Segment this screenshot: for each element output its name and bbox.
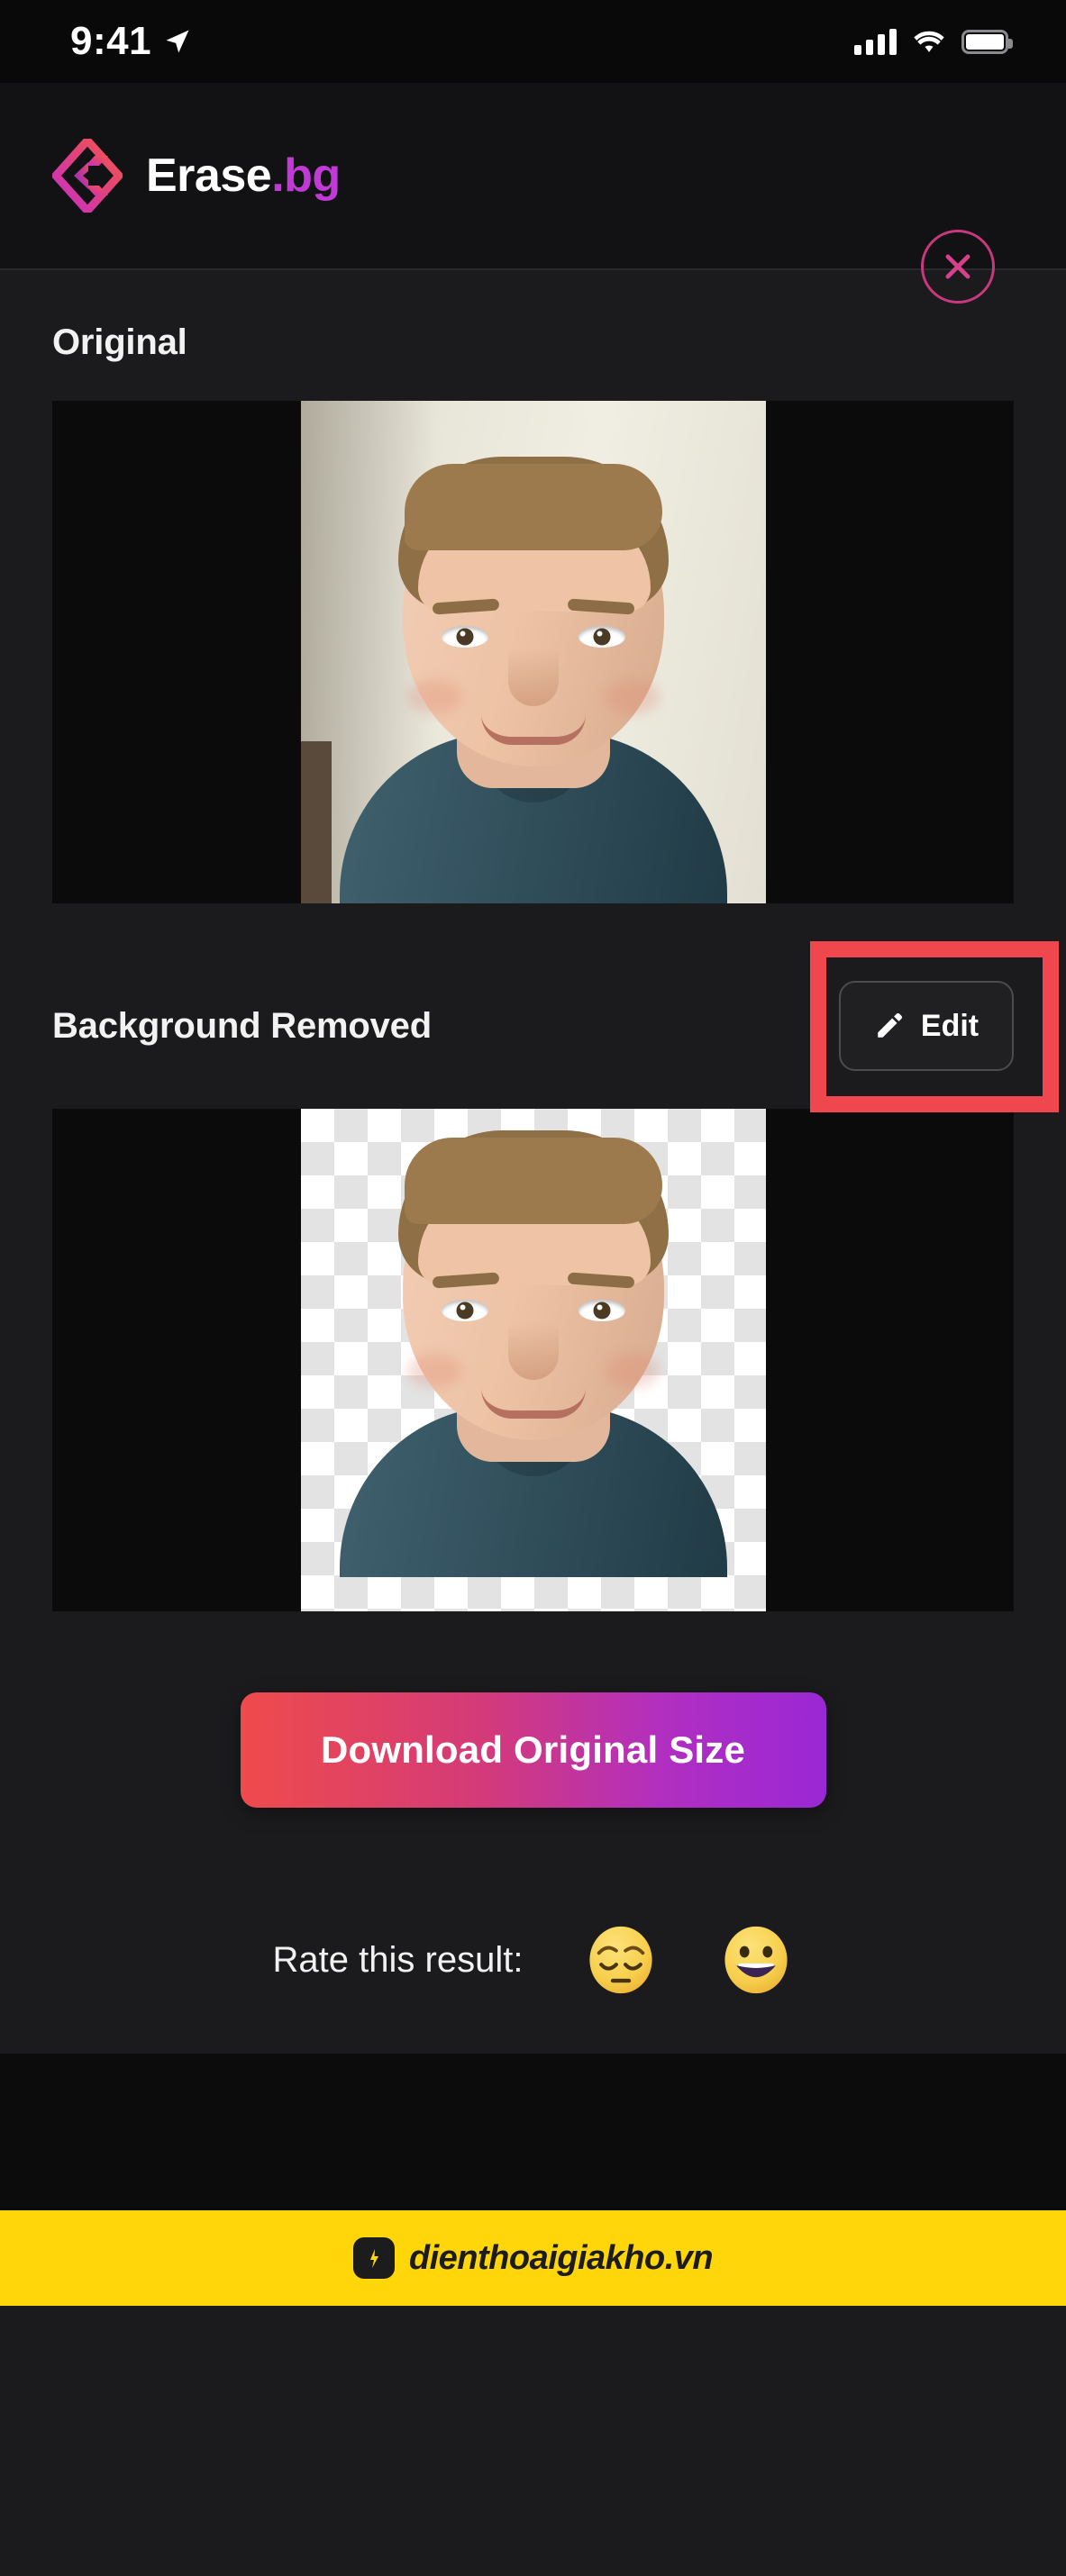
brand-title-suffix: .bg	[271, 150, 341, 202]
subject-cheek-right	[605, 680, 660, 714]
subject-mouth	[480, 714, 586, 745]
status-bar: 9:41	[0, 0, 1066, 83]
cellular-signal-icon	[854, 28, 897, 55]
subject-eye-right	[578, 626, 625, 648]
removed-section-header: Background Removed Edit	[0, 903, 1066, 1112]
subject-cheek-right	[605, 1354, 660, 1388]
brand[interactable]: Erase.bg	[52, 139, 341, 213]
watermark-banner: dienthoaigiakho.vn	[0, 2210, 1066, 2306]
phone-glyph-icon	[363, 2245, 384, 2271]
location-arrow-icon	[166, 30, 189, 53]
removed-photo	[300, 1109, 766, 1611]
subject-eye-left	[441, 626, 488, 648]
original-image-frame	[52, 401, 1014, 903]
removed-section-label: Background Removed	[52, 1005, 432, 1046]
edit-button[interactable]: Edit	[839, 981, 1014, 1071]
grinning-face-emoji	[724, 1926, 788, 1994]
original-section-label: Original	[52, 322, 187, 362]
subject-cheek-left	[406, 680, 461, 714]
removed-image-frame	[52, 1109, 1014, 1611]
status-bar-clock: 9:41	[70, 19, 152, 63]
brand-title: Erase.bg	[146, 149, 341, 203]
close-icon	[945, 254, 970, 279]
subject-nose	[507, 649, 559, 706]
rating-option-negative[interactable]	[584, 1923, 658, 1997]
download-button-row: Download Original Size	[0, 1611, 1066, 1808]
bottom-safe-area	[0, 2054, 1066, 2210]
battery-full-icon	[961, 29, 1013, 54]
rating-row: Rate this result:	[0, 1808, 1066, 1997]
app-header: Erase.bg	[0, 83, 1066, 270]
subject-nose	[507, 1322, 559, 1380]
subject-hair-fringe	[404, 464, 662, 550]
download-button-label: Download Original Size	[320, 1728, 746, 1771]
subject-eye-left	[441, 1300, 488, 1321]
rating-option-positive[interactable]	[719, 1923, 793, 1997]
portrait-subject	[301, 401, 766, 903]
close-button[interactable]	[921, 230, 995, 304]
watermark-text: dienthoaigiakho.vn	[408, 2238, 714, 2277]
subject-mouth	[480, 1388, 586, 1419]
erasebg-logo-icon	[52, 139, 123, 213]
original-photo	[300, 401, 766, 903]
status-bar-right	[854, 28, 1013, 55]
portrait-subject-cutout	[301, 1109, 766, 1577]
download-original-size-button[interactable]: Download Original Size	[240, 1692, 826, 1808]
rating-label: Rate this result:	[272, 1939, 524, 1980]
subject-eye-right	[578, 1300, 625, 1321]
wifi-icon	[914, 31, 944, 52]
pencil-icon	[878, 1012, 902, 1038]
pensive-face-emoji	[589, 1926, 653, 1994]
subject-hair-fringe	[404, 1138, 662, 1224]
edit-button-wrapper: Edit	[810, 941, 1059, 1112]
phone-app-icon	[352, 2237, 395, 2279]
subject-cheek-left	[406, 1354, 461, 1388]
brand-title-main: Erase	[146, 150, 272, 202]
status-bar-left: 9:41	[70, 22, 191, 61]
edit-button-label: Edit	[920, 1008, 979, 1043]
